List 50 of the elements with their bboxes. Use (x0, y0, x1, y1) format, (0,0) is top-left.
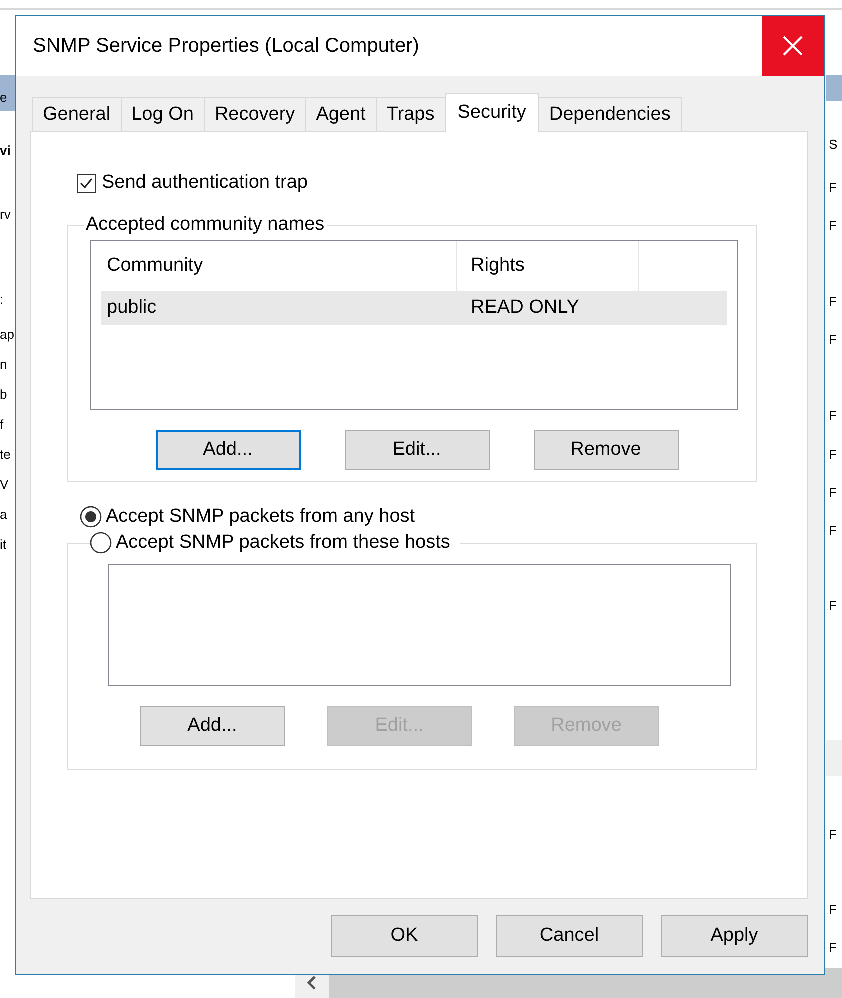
background-text: F (829, 446, 837, 464)
background-text: vi (0, 142, 11, 160)
dialog-button[interactable]: Add... (156, 430, 300, 470)
window-title: SNMP Service Properties (Local Computer) (32, 34, 420, 58)
background-text: F (829, 293, 837, 311)
dialog-button[interactable]: Cancel (496, 915, 643, 957)
dialog-button[interactable]: Apply (661, 915, 808, 957)
background-text: F (829, 901, 837, 919)
dialog-button[interactable]: Remove (534, 430, 678, 470)
tab[interactable]: Dependencies (538, 97, 682, 131)
background-text: n (0, 356, 8, 374)
background-text: S (829, 136, 838, 154)
community-list[interactable]: Community Rights public READ ONLY (90, 240, 738, 410)
background-text: rv (0, 206, 11, 224)
list-row[interactable]: public READ ONLY (101, 291, 727, 325)
dialog-button[interactable]: Edit... (344, 430, 490, 470)
checkbox[interactable] (77, 174, 96, 192)
tab[interactable]: General (32, 97, 122, 131)
tab[interactable]: Security (444, 93, 540, 132)
background-text: F (829, 826, 837, 844)
group-title: Accepted community names (85, 214, 326, 236)
background-text: F (829, 217, 837, 235)
background-text: te (0, 446, 11, 464)
background-text: it (0, 536, 6, 554)
list-cell-text: public (106, 296, 158, 320)
checkbox-label: Send authentication trap (102, 172, 308, 194)
background-text: e (0, 89, 8, 107)
background-text: F (829, 407, 837, 425)
radio-label: Accept SNMP packets from these hosts (116, 532, 450, 554)
background-text: F (829, 522, 837, 540)
background-text: F (829, 179, 837, 197)
list-cell-text: READ ONLY (470, 296, 580, 320)
dialog-button[interactable]: Add... (140, 706, 285, 746)
background-text: V (0, 476, 9, 494)
background-text: a (0, 506, 8, 524)
background-text: F (829, 597, 837, 615)
background-text: F (829, 484, 837, 502)
dialog-button[interactable]: OK (331, 915, 478, 957)
radio-button[interactable] (90, 532, 112, 554)
radio-button[interactable] (80, 506, 102, 528)
radio-label: Accept SNMP packets from any host (106, 506, 416, 528)
background-text: F (829, 331, 837, 349)
header-band (826, 75, 842, 101)
close-icon (782, 35, 804, 57)
close-button[interactable] (762, 16, 824, 76)
background-text: : (0, 291, 4, 309)
background-text: ap (0, 326, 14, 344)
background-text: F (829, 939, 837, 957)
background-text: b (0, 386, 8, 404)
background-text: f (0, 416, 4, 434)
